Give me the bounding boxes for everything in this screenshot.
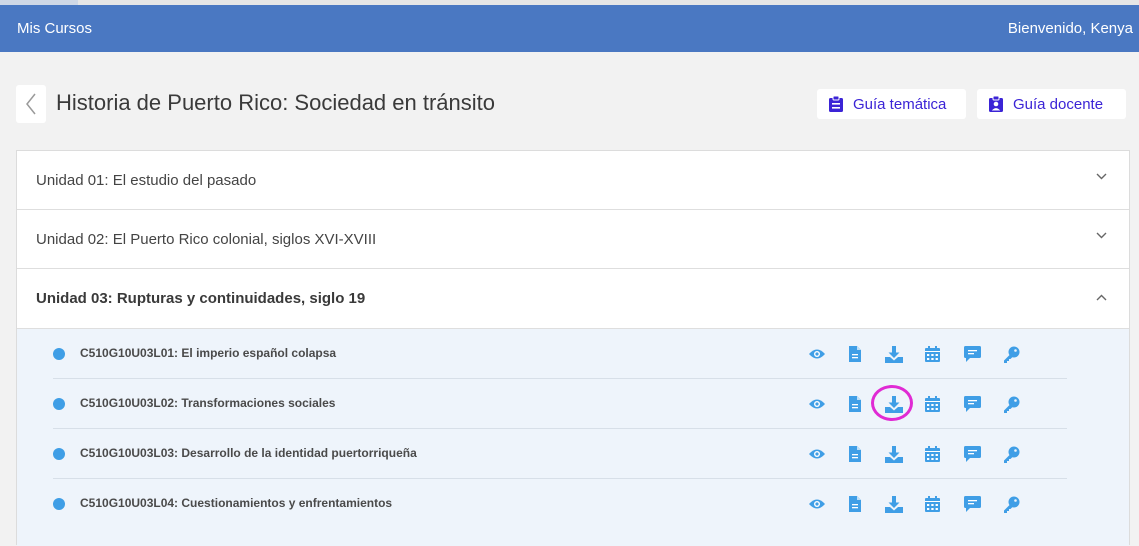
download-icon[interactable] [883,443,905,465]
lessons-list: C510G10U03L01: El imperio español colaps… [17,329,1129,546]
calendar-icon[interactable] [921,393,943,415]
chevron-down-icon [1096,232,1107,239]
key-icon[interactable] [1000,443,1022,465]
status-dot [53,398,65,410]
document-icon[interactable] [844,343,866,365]
key-icon[interactable] [1000,493,1022,515]
status-dot [53,448,65,460]
guia-docente-label: Guía docente [1013,95,1104,113]
lesson-row: C510G10U03L01: El imperio español colaps… [53,329,1067,379]
page-title: Historia de Puerto Rico: Sociedad en trá… [56,90,496,115]
units-panel: Unidad 01: El estudio del pasado Unidad … [16,150,1130,546]
chevron-up-icon [1096,294,1107,301]
unit-row-03[interactable]: Unidad 03: Rupturas y continuidades, sig… [17,269,1129,329]
lesson-name[interactable]: C510G10U03L04: Cuestionamientos y enfren… [80,496,392,510]
chat-icon[interactable] [961,443,983,465]
unit-row-02[interactable]: Unidad 02: El Puerto Rico colonial, sigl… [17,210,1129,269]
app-title-link[interactable]: Mis Cursos [17,20,92,37]
document-icon[interactable] [844,393,866,415]
top-strip [0,0,78,5]
chevron-left-icon [26,93,36,115]
key-icon[interactable] [1000,343,1022,365]
lesson-row: C510G10U03L04: Cuestionamientos y enfren… [53,479,1067,529]
eye-icon[interactable] [806,493,828,515]
status-dot [53,348,65,360]
document-icon[interactable] [844,493,866,515]
guia-docente-button[interactable]: Guía docente [977,89,1126,119]
top-bar: Mis Cursos Bienvenido, Kenya [0,0,1139,52]
clipboard-list-icon [829,96,843,112]
calendar-icon[interactable] [921,343,943,365]
download-icon[interactable] [883,493,905,515]
eye-icon[interactable] [806,443,828,465]
document-icon[interactable] [844,443,866,465]
chat-icon[interactable] [961,493,983,515]
calendar-icon[interactable] [921,493,943,515]
key-icon[interactable] [1000,393,1022,415]
chat-icon[interactable] [961,343,983,365]
chevron-down-icon [1096,173,1107,180]
lesson-name[interactable]: C510G10U03L01: El imperio español colaps… [80,346,336,360]
chat-icon[interactable] [961,393,983,415]
lesson-row: C510G10U03L02: Transformaciones sociales [53,379,1067,429]
welcome-user[interactable]: Bienvenido, Kenya [1008,20,1133,37]
unit-row-01[interactable]: Unidad 01: El estudio del pasado [17,151,1129,210]
guia-tematica-label: Guía temática [853,95,947,113]
lesson-name[interactable]: C510G10U03L03: Desarrollo de la identida… [80,446,417,460]
status-dot [53,498,65,510]
back-button[interactable] [16,85,46,123]
unit-label: Unidad 03: Rupturas y continuidades, sig… [36,290,366,307]
unit-label: Unidad 01: El estudio del pasado [36,171,257,189]
download-icon[interactable] [883,343,905,365]
download-icon[interactable] [871,385,913,421]
eye-icon[interactable] [806,393,828,415]
calendar-icon[interactable] [921,443,943,465]
unit-label: Unidad 02: El Puerto Rico colonial, sigl… [36,230,377,248]
eye-icon[interactable] [806,343,828,365]
lesson-row: C510G10U03L03: Desarrollo de la identida… [53,429,1067,479]
clipboard-user-icon [989,96,1003,112]
guia-tematica-button[interactable]: Guía temática [817,89,966,119]
lesson-name[interactable]: C510G10U03L02: Transformaciones sociales [80,396,335,410]
